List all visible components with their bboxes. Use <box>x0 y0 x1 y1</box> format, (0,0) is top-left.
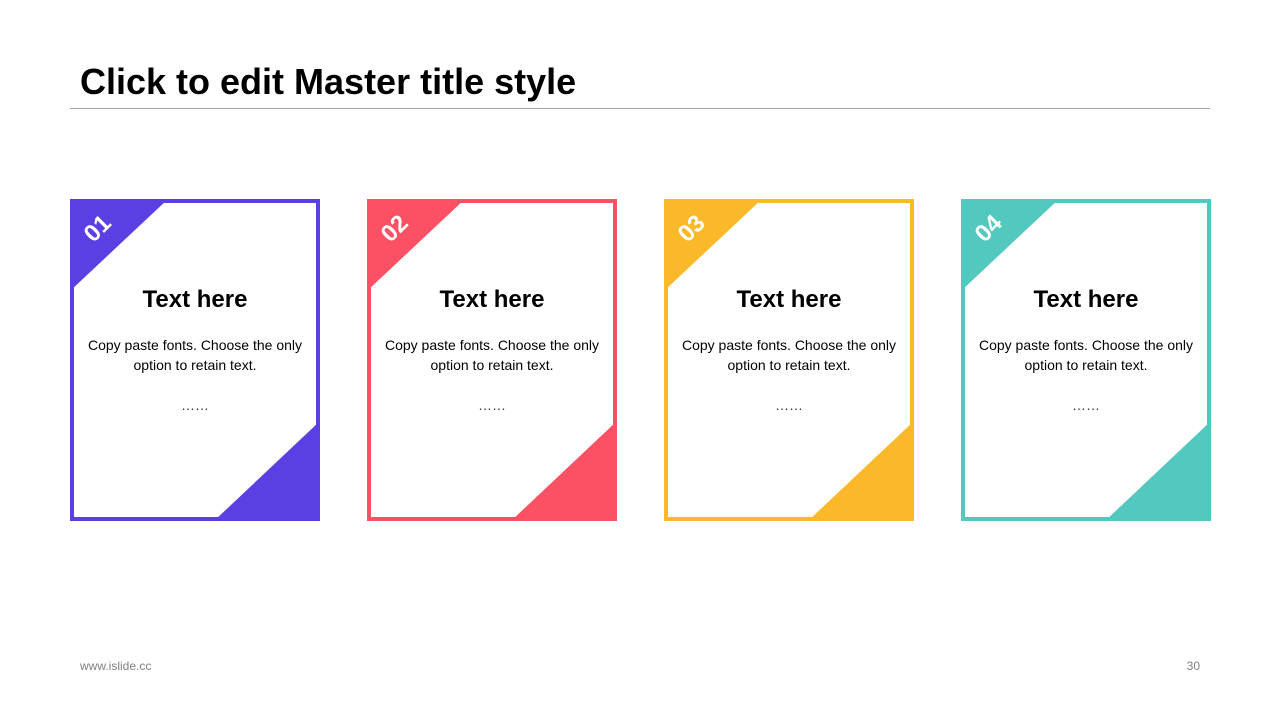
footer-url: www.islide.cc <box>80 659 152 673</box>
card-3[interactable]: 03 Text here Copy paste fonts. Choose th… <box>664 199 914 521</box>
card-2-ellipsis[interactable]: …… <box>367 396 617 414</box>
slide-title[interactable]: Click to edit Master title style <box>80 58 576 106</box>
card-1-heading[interactable]: Text here <box>70 285 320 315</box>
card-4-ellipsis[interactable]: …… <box>961 396 1211 414</box>
slide: Click to edit Master title style 01 Text… <box>0 0 1280 720</box>
card-3-heading[interactable]: Text here <box>664 285 914 315</box>
card-4[interactable]: 04 Text here Copy paste fonts. Choose th… <box>961 199 1211 521</box>
page-number: 30 <box>1186 659 1200 673</box>
card-1-body[interactable]: Copy paste fonts. Choose the only option… <box>80 336 310 375</box>
card-2-heading[interactable]: Text here <box>367 285 617 315</box>
card-3-body[interactable]: Copy paste fonts. Choose the only option… <box>674 336 904 375</box>
card-4-body[interactable]: Copy paste fonts. Choose the only option… <box>971 336 1201 375</box>
card-1[interactable]: 01 Text here Copy paste fonts. Choose th… <box>70 199 320 521</box>
card-4-heading[interactable]: Text here <box>961 285 1211 315</box>
card-1-ellipsis[interactable]: …… <box>70 396 320 414</box>
title-divider <box>70 108 1210 109</box>
card-2[interactable]: 02 Text here Copy paste fonts. Choose th… <box>367 199 617 521</box>
card-2-body[interactable]: Copy paste fonts. Choose the only option… <box>377 336 607 375</box>
card-3-ellipsis[interactable]: …… <box>664 396 914 414</box>
